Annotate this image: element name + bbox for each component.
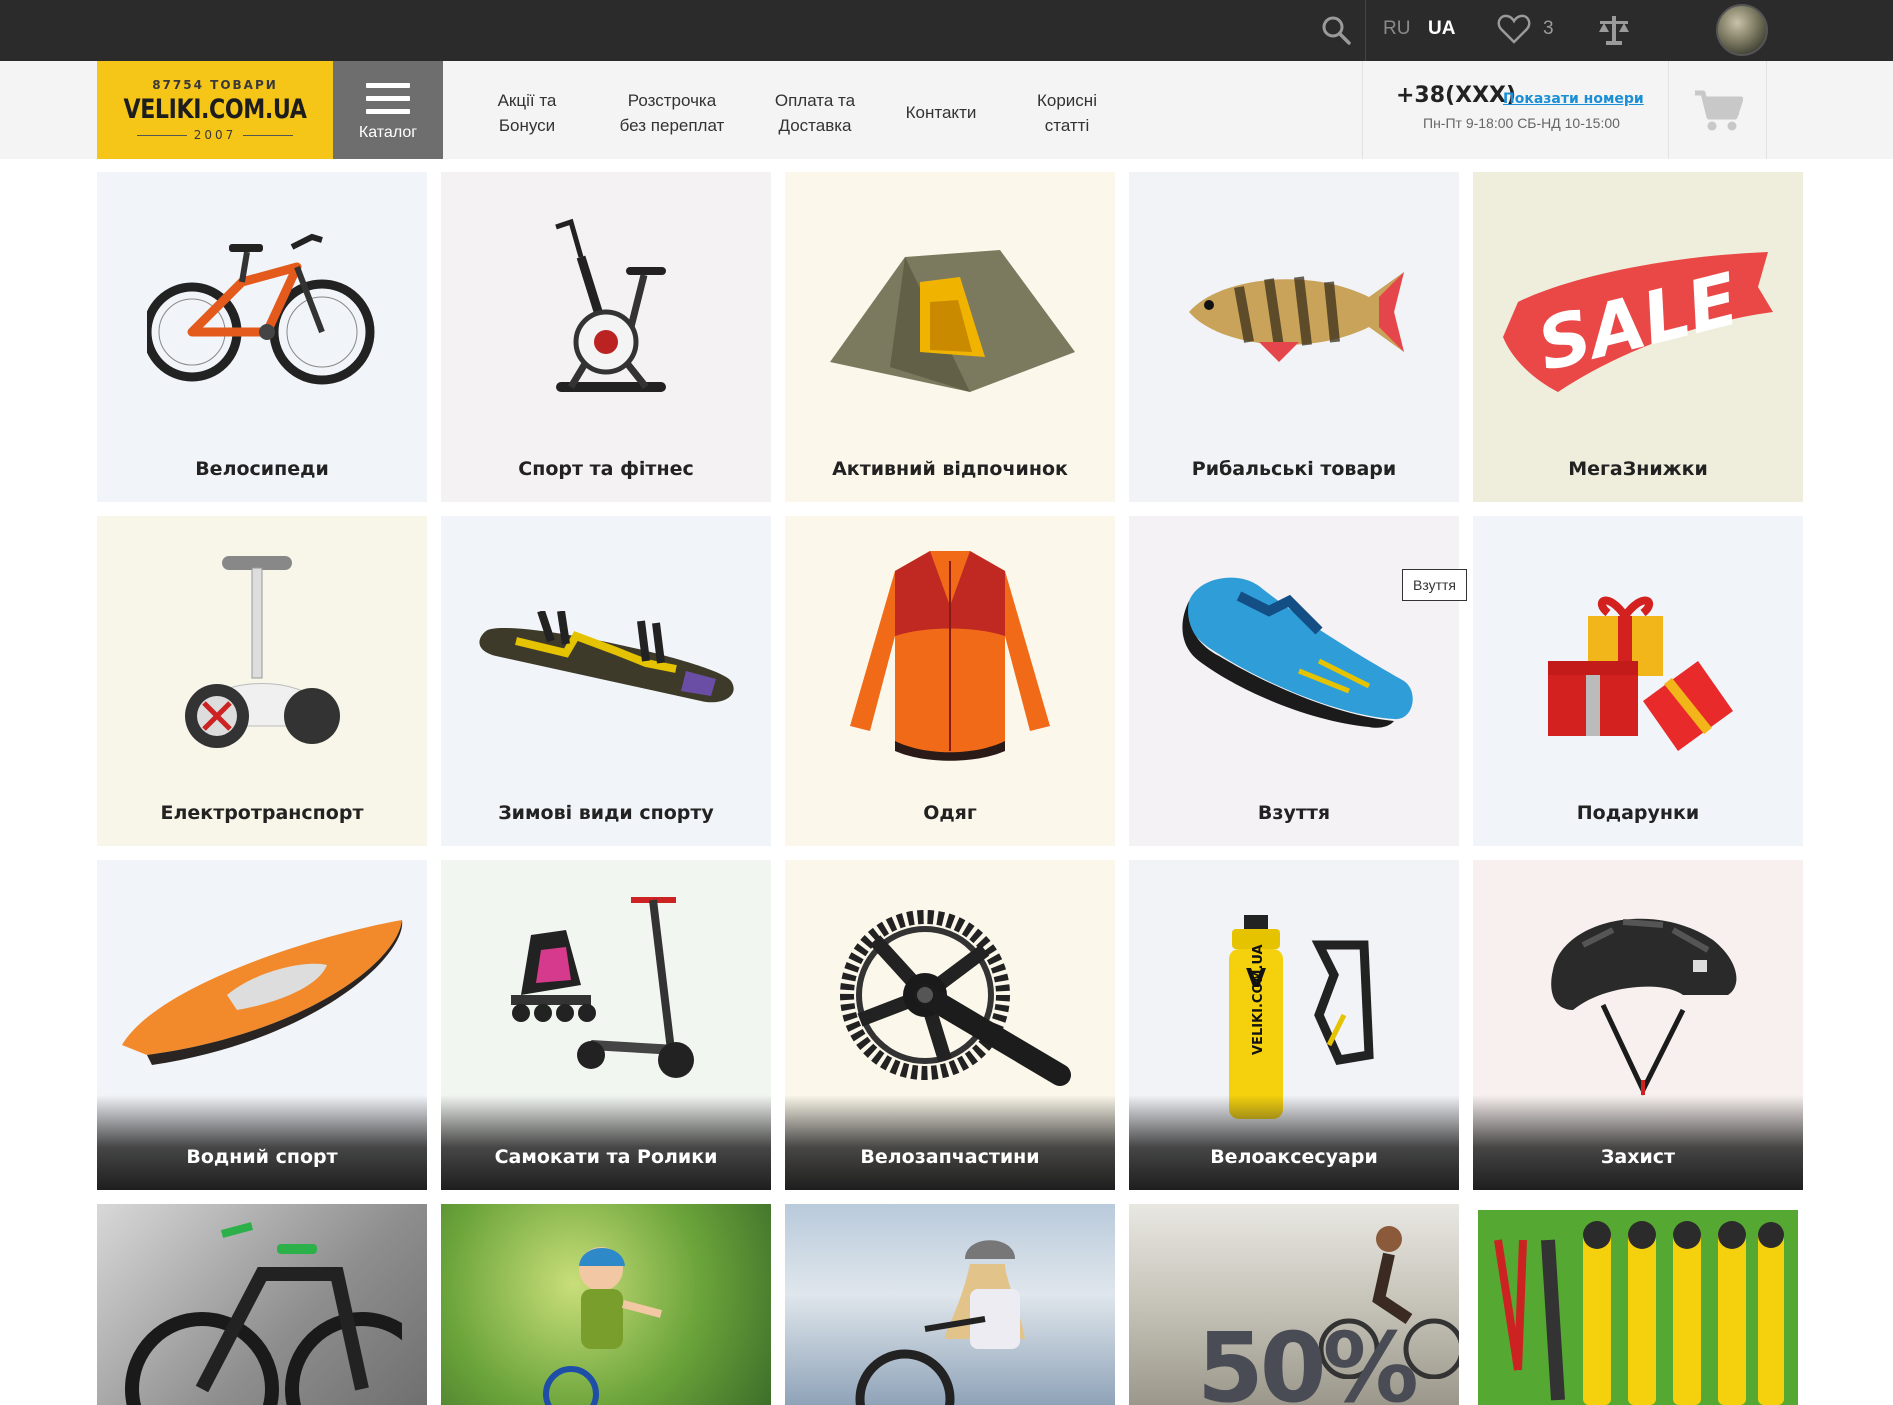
logo-brand-text: VELIKI.COM.UA: [123, 94, 307, 125]
logo-product-count: 87754 ТОВАРИ: [152, 78, 278, 92]
language-ru-link[interactable]: RU: [1383, 18, 1410, 40]
tile-gradient: [441, 1095, 771, 1190]
tile-gradient: [785, 1095, 1115, 1190]
promo-tile-kids-bike-2[interactable]: [785, 1204, 1115, 1405]
exercise-bike-image: [555, 218, 666, 392]
nav-payment-line1: Оплата та: [774, 91, 856, 110]
user-avatar[interactable]: [1716, 4, 1768, 56]
fish-image: [1189, 272, 1404, 362]
category-label: Одяг: [923, 802, 977, 824]
nav-payment-delivery[interactable]: Оплата та Доставка: [765, 88, 865, 138]
category-tile-electric-transport[interactable]: Електротранспорт: [97, 516, 427, 846]
kayak-image: [122, 920, 403, 1065]
nav-articles-line1: Корисні: [1037, 91, 1097, 110]
category-tile-outdoor[interactable]: Активний відпочинок: [785, 172, 1115, 502]
category-tile-bike-accessories[interactable]: V VELIKI.COM.UA Велоаксесуари: [1129, 860, 1459, 1190]
search-icon[interactable]: [1320, 14, 1352, 46]
category-label: Велоаксесуари: [1210, 1146, 1378, 1168]
nav-installments-line2: без переплат: [619, 116, 725, 135]
category-tile-gifts[interactable]: Подарунки: [1473, 516, 1803, 846]
logo-year: 2007: [193, 128, 237, 142]
category-label: Велозапчастини: [860, 1146, 1040, 1168]
child-on-bike-image: [543, 1247, 663, 1405]
logo-rule-right: [243, 135, 293, 136]
bottle-brand-text: VELIKI.COM.UA: [1251, 944, 1266, 1055]
bicycle-image: [147, 233, 375, 385]
tile-gradient: [97, 1095, 427, 1190]
cart-button[interactable]: [1669, 61, 1767, 159]
nav-promotions[interactable]: Акції та Бонуси: [482, 88, 572, 138]
category-tile-sport-fitness[interactable]: Спорт та фітнес: [441, 172, 771, 502]
hamburger-icon: [366, 83, 410, 115]
helmet-image: [1551, 918, 1737, 1096]
bike-tools-image: [1494, 1221, 1784, 1405]
promo-tile-discount-50[interactable]: 50%: [1129, 1204, 1459, 1405]
category-label: Рибальські товари: [1191, 458, 1397, 480]
category-tile-winter-sports[interactable]: Зимові види спорту: [441, 516, 771, 846]
show-numbers-link[interactable]: Показати номери: [1503, 91, 1644, 107]
category-tile-bicycles[interactable]: Велосипеди: [97, 172, 427, 502]
language-ua-link[interactable]: UA: [1428, 18, 1455, 40]
nav-installments-line1: Розстрочка: [627, 91, 717, 110]
favorites-heart-icon[interactable]: [1497, 13, 1531, 45]
category-label: Подарунки: [1576, 802, 1700, 824]
tile-gradient: [1129, 1095, 1459, 1190]
category-label: Зимові види спорту: [498, 802, 714, 824]
catalog-menu-button[interactable]: Каталог: [333, 61, 443, 159]
promo-tile-kids-bike-1[interactable]: [441, 1204, 771, 1405]
category-label: Самокати та Ролики: [494, 1146, 718, 1168]
gift-boxes-image: [1548, 596, 1733, 751]
category-label: Електротранспорт: [160, 802, 364, 824]
category-label: Водний спорт: [186, 1146, 338, 1168]
favorites-count: 3: [1543, 18, 1554, 39]
category-tile-fishing[interactable]: Рибальські товари: [1129, 172, 1459, 502]
cycling-shoe-image: [1182, 577, 1413, 728]
tile-gradient: [1473, 1095, 1803, 1190]
category-tile-clothing[interactable]: Одяг: [785, 516, 1115, 846]
nav-contacts-label: Контакти: [905, 103, 977, 122]
nav-promotions-line1: Акції та: [497, 91, 557, 110]
promo-tile-tools[interactable]: [1478, 1210, 1798, 1405]
topbar-divider: [1365, 0, 1366, 61]
sale-banner-image: SALE: [1503, 252, 1773, 392]
category-tile-mega-discounts[interactable]: SALE МегаЗнижки: [1473, 172, 1803, 502]
bottle-and-cage-image: V VELIKI.COM.UA: [1229, 915, 1374, 1119]
site-logo[interactable]: 87754 ТОВАРИ VELIKI.COM.UA 2007: [97, 61, 333, 159]
nav-promotions-line2: Бонуси: [498, 116, 556, 135]
category-tile-water-sports[interactable]: Водний спорт: [97, 860, 427, 1190]
promo-tile-ebike[interactable]: [97, 1204, 427, 1405]
category-tile-scooters-rollers[interactable]: Самокати та Ролики: [441, 860, 771, 1190]
phone-block: +38(XXX) Показати номери Пн-Пт 9-18:00 С…: [1362, 61, 1669, 159]
phone-number: +38(XXX): [1396, 83, 1517, 108]
girl-on-bike-image: [855, 1240, 1025, 1405]
category-label: Захист: [1600, 1146, 1676, 1168]
nav-useful-articles[interactable]: Корисні статті: [1022, 88, 1112, 138]
category-label: Велосипеди: [195, 458, 329, 480]
category-label: Спорт та фітнес: [518, 458, 694, 480]
category-tile-protection[interactable]: Захист: [1473, 860, 1803, 1190]
discount-percent-text: 50%: [1197, 1312, 1419, 1405]
category-label: МегаЗнижки: [1568, 458, 1708, 480]
footwear-tag-badge: Взуття: [1402, 569, 1467, 601]
working-hours: Пн-Пт 9-18:00 СБ-НД 10-15:00: [1423, 115, 1620, 131]
nav-payment-line2: Доставка: [778, 116, 852, 135]
catalog-label: Каталог: [358, 124, 418, 141]
category-label: Активний відпочинок: [832, 458, 1068, 480]
hoverboard-image: [185, 556, 340, 748]
jacket-image: [850, 551, 1050, 761]
category-tile-bike-parts[interactable]: Велозапчастини: [785, 860, 1115, 1190]
electric-bike-image: [125, 1222, 402, 1405]
snowboard-image: [479, 611, 734, 703]
tent-image: [830, 250, 1075, 392]
compare-scales-icon[interactable]: [1597, 13, 1631, 47]
category-tile-footwear[interactable]: Взуття: [1129, 516, 1459, 846]
nav-articles-line2: статті: [1044, 116, 1090, 135]
category-label: Взуття: [1257, 802, 1331, 824]
nav-installments[interactable]: Розстрочка без переплат: [612, 88, 732, 138]
nav-contacts[interactable]: Контакти: [893, 100, 989, 125]
scooter-rollerblade-image: [511, 897, 694, 1078]
crankset-image: [840, 910, 1071, 1086]
top-bar: RU UA 3: [0, 0, 1893, 61]
cart-icon: [1695, 90, 1743, 131]
